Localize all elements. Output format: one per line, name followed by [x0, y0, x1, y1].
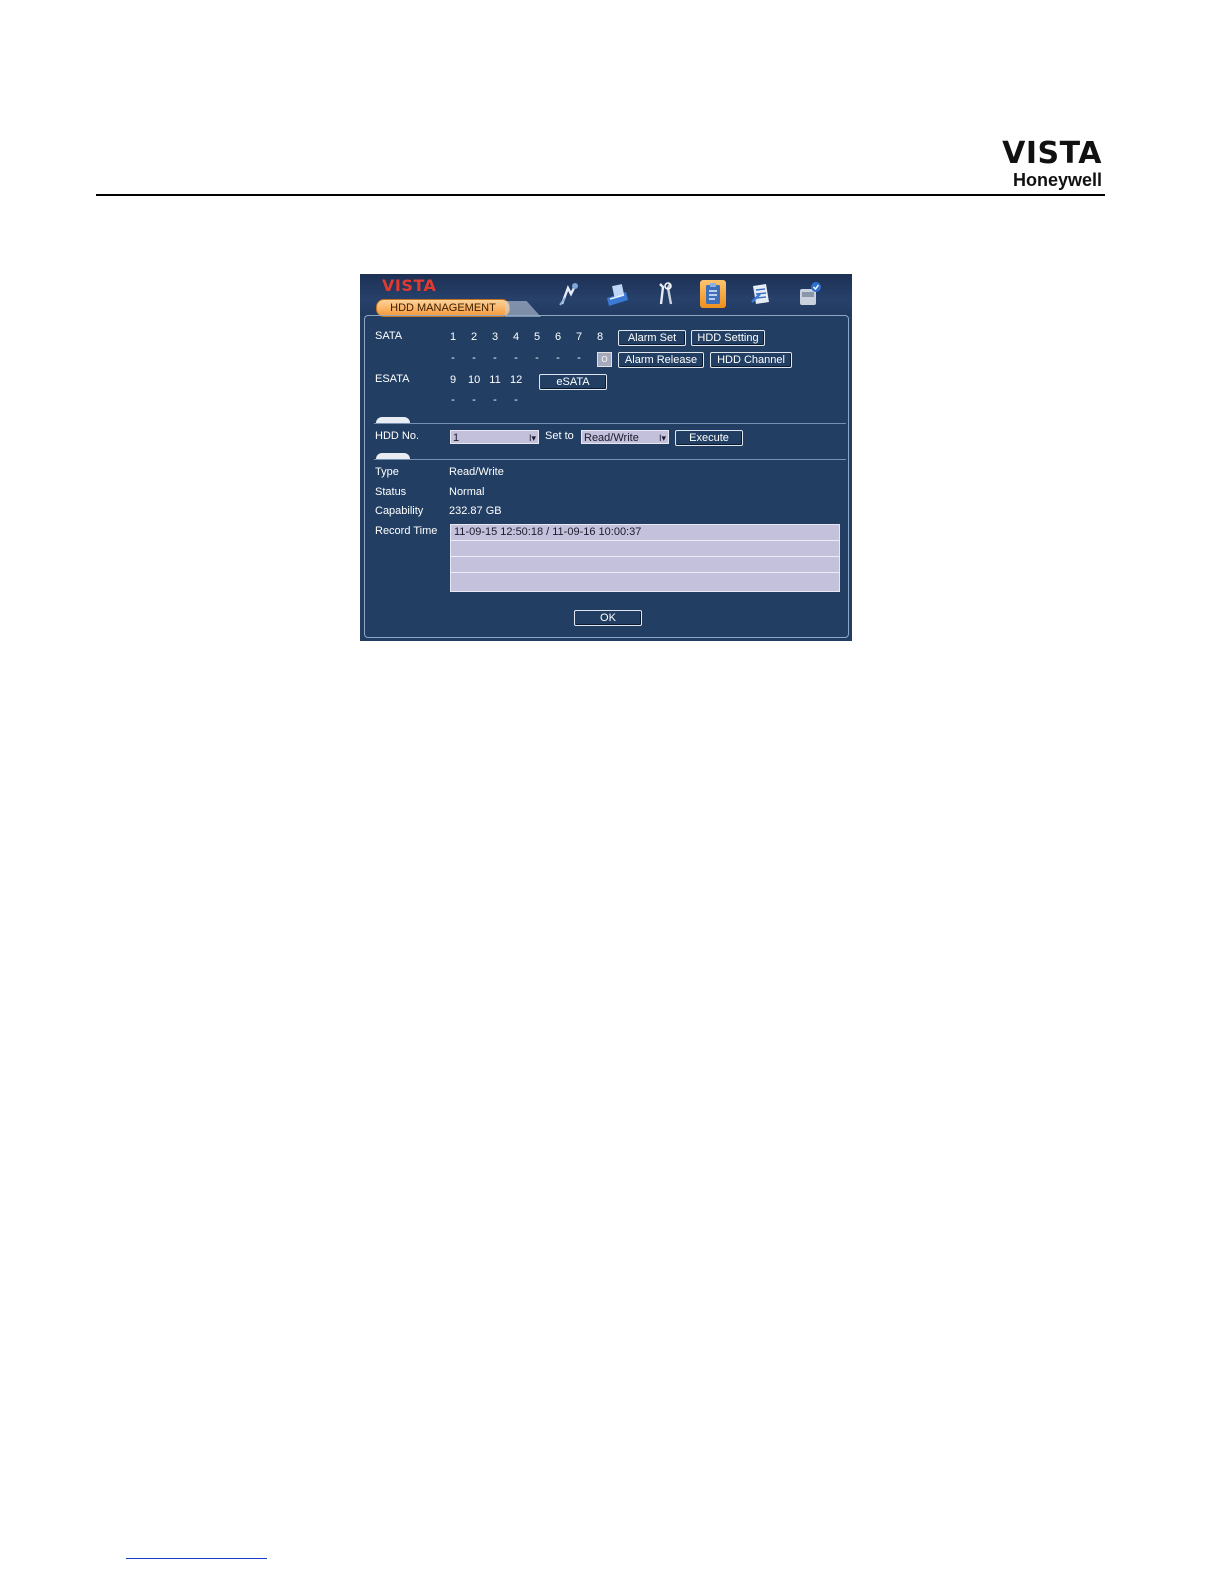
search-person-icon[interactable]	[556, 280, 582, 308]
sata-port-3: 3	[491, 331, 499, 343]
chevron-down-icon: I▾	[528, 433, 536, 443]
header-divider	[96, 194, 1105, 196]
esata-button[interactable]: eSATA	[539, 374, 607, 390]
capability-label: Capability	[375, 505, 424, 517]
note-book-icon[interactable]	[604, 280, 630, 308]
hdd-management-window: VISTA HDD MANAGEMENT SATA 1 2 3 4 5 6 7 …	[360, 274, 852, 641]
set-to-label: Set to	[545, 430, 574, 442]
ok-button[interactable]: OK	[574, 610, 642, 626]
esata-port-9: 9	[449, 374, 457, 386]
sata-port-1: 1	[449, 331, 457, 343]
brand-honeywell: Honeywell	[1012, 170, 1102, 190]
top-toolbar: VISTA HDD MANAGEMENT	[360, 274, 852, 317]
hdd-no-value: 1	[453, 432, 460, 444]
sata-status-6: -	[556, 352, 560, 364]
sata-status-4: -	[514, 352, 518, 364]
sata-indicator-icon: O	[597, 352, 612, 367]
status-value: Normal	[449, 486, 485, 498]
document-icon[interactable]	[748, 280, 774, 308]
list-item[interactable]	[451, 573, 839, 588]
hdd-setting-button[interactable]: HDD Setting	[691, 330, 765, 346]
alarm-release-button[interactable]: Alarm Release	[618, 352, 704, 368]
sata-status-2: -	[472, 352, 476, 364]
tools-icon[interactable]	[652, 280, 678, 308]
chevron-down-icon: I▾	[658, 433, 666, 443]
list-item[interactable]	[451, 541, 839, 557]
esata-status-10: -	[472, 394, 476, 406]
sata-port-6: 6	[554, 331, 562, 343]
list-item[interactable]	[451, 557, 839, 573]
esata-status-11: -	[493, 394, 497, 406]
esata-port-11: 11	[489, 374, 501, 386]
esata-status-9: -	[451, 394, 455, 406]
section-divider	[374, 459, 846, 460]
brand-vista: VISTA	[1002, 136, 1102, 171]
execute-button[interactable]: Execute	[675, 430, 743, 446]
hdd-channel-button[interactable]: HDD Channel	[710, 352, 792, 368]
sata-port-8: 8	[596, 331, 604, 343]
header-brand-logo: VISTA Honeywell	[1002, 136, 1102, 191]
esata-port-12: 12	[510, 374, 523, 386]
esata-status-12: -	[514, 394, 518, 406]
type-value: Read/Write	[449, 466, 504, 478]
sata-status-7: -	[577, 352, 581, 364]
capability-value: 232.87 GB	[449, 505, 502, 517]
sata-port-7: 7	[575, 331, 583, 343]
record-time-list[interactable]: 11-09-15 12:50:18 / 11-09-16 10:00:37	[450, 524, 840, 592]
section-divider	[374, 423, 846, 424]
set-to-select[interactable]: Read/Write I▾	[581, 430, 669, 444]
esata-label: ESATA	[375, 373, 410, 385]
set-to-value: Read/Write	[584, 432, 639, 444]
disk-icon[interactable]	[796, 280, 822, 308]
list-item[interactable]: 11-09-15 12:50:18 / 11-09-16 10:00:37	[451, 525, 839, 541]
sata-status-3: -	[493, 352, 497, 364]
type-label: Type	[375, 466, 399, 478]
sata-port-2: 2	[470, 331, 478, 343]
hdd-no-label: HDD No.	[375, 430, 420, 442]
hdd-no-select[interactable]: 1 I▾	[450, 430, 539, 444]
status-label: Status	[375, 486, 407, 498]
record-time-label: Record Time	[375, 525, 438, 537]
esata-port-10: 10	[468, 374, 481, 386]
sata-status-5: -	[535, 352, 539, 364]
alarm-set-button[interactable]: Alarm Set	[618, 330, 686, 346]
footer-link-underline[interactable]	[126, 1558, 267, 1559]
clipboard-icon[interactable]	[700, 280, 726, 308]
sata-port-5: 5	[533, 331, 541, 343]
sata-port-4: 4	[512, 331, 520, 343]
sata-label: SATA	[375, 330, 403, 342]
dvr-logo: VISTA	[382, 276, 437, 295]
sata-status-1: -	[451, 352, 455, 364]
